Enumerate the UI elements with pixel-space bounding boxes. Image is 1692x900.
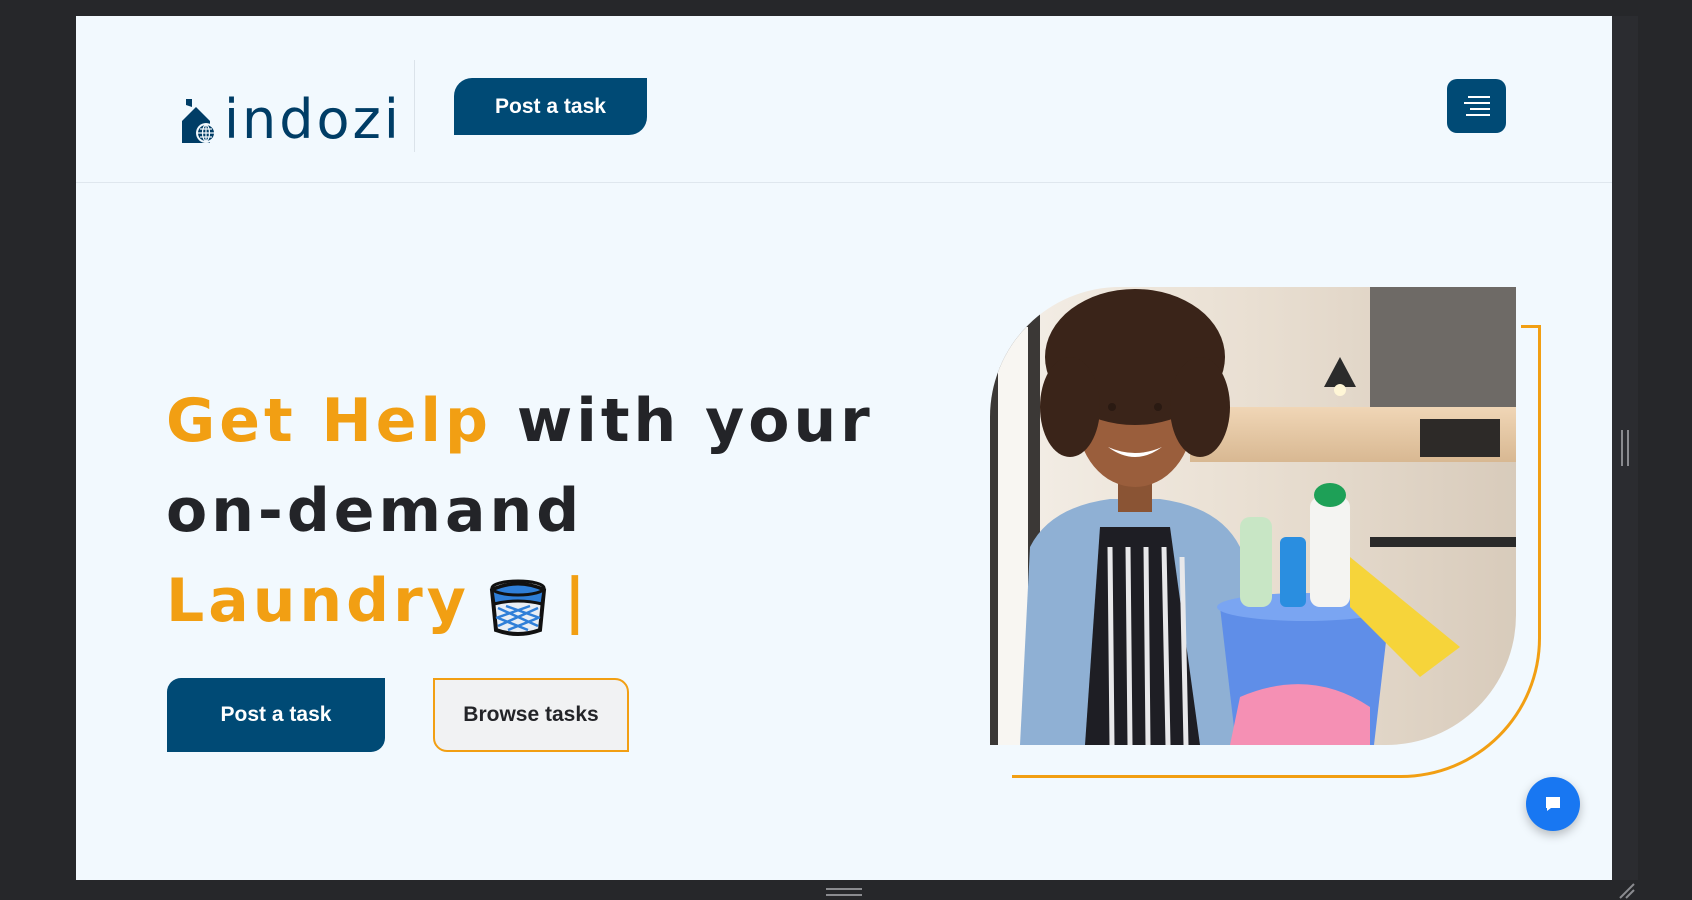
header-post-task-button[interactable]: Post a task [454, 78, 647, 135]
woman-holding-cleaning-bucket-photo [990, 287, 1516, 745]
header-divider [414, 60, 415, 152]
resize-handle-right[interactable] [1621, 430, 1629, 466]
chat-widget-button[interactable] [1526, 777, 1580, 831]
brand-logo[interactable]: indozi [180, 88, 402, 151]
page-viewport: indozi Post a task Get Help with your on… [76, 16, 1612, 880]
hero-title: Get Help with your on-demand Laundry | [166, 376, 874, 646]
hero-photo [990, 287, 1516, 745]
chat-bubble-icon [1546, 797, 1560, 811]
brand-name: indozi [224, 88, 402, 151]
hero-title-service: Laundry [166, 566, 470, 636]
hero-post-task-button[interactable]: Post a task [167, 678, 385, 752]
menu-icon [1463, 96, 1490, 116]
laundry-basket-emoji [489, 579, 546, 637]
browse-tasks-button[interactable]: Browse tasks [433, 678, 629, 752]
hero-title-highlight: Get Help [166, 386, 492, 456]
house-globe-icon [182, 99, 216, 143]
menu-button[interactable] [1447, 79, 1506, 133]
site-header: indozi Post a task [76, 16, 1612, 183]
resize-handle-bottom[interactable] [826, 888, 862, 896]
resize-grip-icon[interactable] [1616, 880, 1636, 900]
typing-caret: | [563, 566, 590, 636]
hero-title-rest: with your [491, 386, 874, 456]
hero-title-line2: on-demand [166, 476, 584, 546]
